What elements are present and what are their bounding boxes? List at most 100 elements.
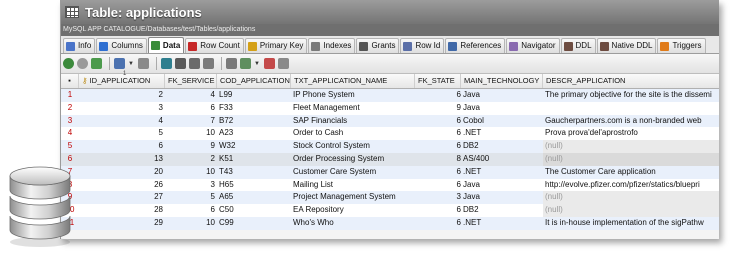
column-header-descr-application[interactable]: DESCR_APPLICATION (543, 74, 719, 88)
cell-fk-state[interactable]: 6 (415, 115, 461, 128)
cell-id-application[interactable]: 2 (79, 89, 165, 102)
stop-icon[interactable] (77, 58, 88, 69)
row-number[interactable]: 1 (61, 89, 79, 102)
cell-fk-service[interactable]: 10 (165, 166, 217, 179)
query-icon[interactable] (114, 58, 125, 69)
tab-native-ddl[interactable]: Native DDL (596, 38, 657, 53)
cell-id-application[interactable]: 27 (79, 191, 165, 204)
column-header-main-technology[interactable]: MAIN_TECHNOLOGY (461, 74, 543, 88)
chevron-down-icon[interactable]: ▼ (128, 61, 134, 67)
cell-cod-application[interactable]: K51 (217, 153, 291, 166)
cell-main-technology[interactable]: Java (461, 179, 543, 192)
tab-ddl[interactable]: DDL (560, 38, 596, 53)
cell-descr-application[interactable]: (null) (543, 191, 719, 205)
cell-descr-application[interactable]: http://evolve.pfizer.com/pfizer/statics/… (543, 179, 719, 192)
tab-indexes[interactable]: Indexes (308, 38, 356, 53)
cell-cod-application[interactable]: F33 (217, 102, 291, 115)
column-header-txt-application-name[interactable]: TXT_APPLICATION_NAME (291, 74, 415, 88)
tab-info[interactable]: Info (63, 38, 96, 53)
cell-fk-service[interactable]: 10 (165, 127, 217, 140)
column-header-fk-service[interactable]: FK_SERVICE (165, 74, 217, 88)
cell-txt-application-name[interactable]: Stock Control System (291, 140, 415, 153)
arrow-icon[interactable] (277, 58, 289, 69)
cell-main-technology[interactable]: DB2 (461, 140, 543, 153)
cell-cod-application[interactable]: T43 (217, 166, 291, 179)
cell-descr-application[interactable]: It is in-house implementation of the sig… (543, 217, 719, 230)
tab-primary-key[interactable]: Primary Key (244, 38, 308, 53)
table-row[interactable]: 4 5 10 A23 Order to Cash 6 .NET Prova prova'del… (61, 127, 719, 140)
cell-cod-application[interactable]: L99 (217, 89, 291, 102)
cell-fk-service[interactable]: 4 (165, 89, 217, 102)
tab-grants[interactable]: Grants (356, 38, 400, 53)
column-header-id-application[interactable]: ⚷ ID_APPLICATION (79, 74, 165, 88)
tab-data[interactable]: Data (147, 37, 185, 53)
table-row[interactable]: 7 20 10 T43 Customer Care System 6 .NET The Cus… (61, 165, 719, 179)
cell-fk-service[interactable]: 10 (165, 217, 217, 230)
cell-txt-application-name[interactable]: IP Phone System (291, 89, 415, 102)
table-row[interactable]: 6 13 2 K51 Order Processing System 8 AS/400 (nu… (61, 152, 719, 166)
row-number[interactable]: 4 (61, 127, 79, 140)
cell-fk-state[interactable]: 6 (415, 204, 461, 217)
column-header-cod-application[interactable]: COD_APPLICATION (217, 74, 291, 88)
tab-row-id[interactable]: Row Id (400, 38, 445, 53)
cell-txt-application-name[interactable]: Project Management System (291, 191, 415, 204)
cell-fk-service[interactable]: 2 (165, 153, 217, 166)
cell-cod-application[interactable]: C50 (217, 204, 291, 217)
cell-id-application[interactable]: 6 (79, 140, 165, 153)
cell-txt-application-name[interactable]: Fleet Management (291, 102, 415, 115)
cell-txt-application-name[interactable]: Order to Cash (291, 127, 415, 140)
filter-icon[interactable] (91, 58, 102, 69)
cell-id-application[interactable]: 28 (79, 204, 165, 217)
cell-fk-state[interactable]: 8 (415, 153, 461, 166)
cell-cod-application[interactable]: A23 (217, 127, 291, 140)
cell-fk-service[interactable]: 9 (165, 140, 217, 153)
table-row[interactable]: 2 3 6 F33 Fleet Management 9 Java (61, 102, 719, 115)
tab-columns[interactable]: Columns (96, 38, 147, 53)
cell-fk-state[interactable]: 6 (415, 140, 461, 153)
cell-id-application[interactable]: 20 (79, 166, 165, 179)
cell-fk-state[interactable]: 6 (415, 89, 461, 102)
cell-main-technology[interactable]: AS/400 (461, 153, 543, 166)
cell-fk-service[interactable]: 5 (165, 191, 217, 204)
cell-main-technology[interactable]: Java (461, 89, 543, 102)
cell-descr-application[interactable] (543, 102, 719, 115)
cell-fk-state[interactable]: 3 (415, 191, 461, 204)
cell-fk-service[interactable]: 6 (165, 102, 217, 115)
bookmark-icon[interactable] (263, 58, 275, 69)
cell-fk-service[interactable]: 3 (165, 179, 217, 192)
chevron-down-icon[interactable]: ▼ (254, 61, 260, 67)
cell-id-application[interactable]: 13 (79, 153, 165, 166)
cell-fk-state[interactable]: 6 (415, 166, 461, 179)
cell-descr-application[interactable]: Prova prova'del'aprostrofo (543, 127, 719, 140)
row-number[interactable]: 3 (61, 115, 79, 128)
cell-id-application[interactable]: 5 (79, 127, 165, 140)
print-icon[interactable] (202, 58, 214, 69)
cell-cod-application[interactable]: A65 (217, 191, 291, 204)
row-number[interactable]: 2 (61, 102, 79, 115)
table-row[interactable]: 1 2 4 L99 IP Phone System 6 Java The primary ob… (61, 89, 719, 102)
refresh-icon[interactable] (63, 58, 74, 69)
cell-fk-state[interactable]: 9 (415, 102, 461, 115)
cell-cod-application[interactable]: W32 (217, 140, 291, 153)
cell-id-application[interactable]: 4 (79, 115, 165, 128)
table-row[interactable]: 8263H65Mailing List6Javahttp://evolve.pf… (61, 179, 719, 192)
table-row[interactable]: 9275A65Project Management System3Java(nu… (61, 191, 719, 205)
table-row[interactable]: 5 6 9 W32 Stock Control System 6 DB2 (null) (61, 140, 719, 153)
pin-icon[interactable] (225, 58, 237, 69)
cell-fk-service[interactable]: 7 (165, 115, 217, 128)
cell-txt-application-name[interactable]: Mailing List (291, 179, 415, 192)
export-icon[interactable] (188, 58, 200, 69)
cell-txt-application-name[interactable]: Order Processing System (291, 153, 415, 166)
cell-cod-application[interactable]: C99 (217, 217, 291, 230)
cell-main-technology[interactable]: Java (461, 191, 543, 204)
column-header-fk-state[interactable]: FK_STATE (415, 74, 461, 88)
cell-main-technology[interactable]: DB2 (461, 204, 543, 217)
cell-fk-service[interactable]: 6 (165, 204, 217, 217)
cell-main-technology[interactable]: Java (461, 102, 543, 115)
cell-cod-application[interactable]: H65 (217, 179, 291, 192)
tab-references[interactable]: References (445, 38, 506, 53)
cell-id-application[interactable]: 26 (79, 179, 165, 192)
cell-descr-application[interactable]: (null) (543, 152, 719, 166)
cell-descr-application[interactable]: (null) (543, 140, 719, 153)
cell-descr-application[interactable]: Gaucherpartners.com is a non-branded web (543, 115, 719, 128)
